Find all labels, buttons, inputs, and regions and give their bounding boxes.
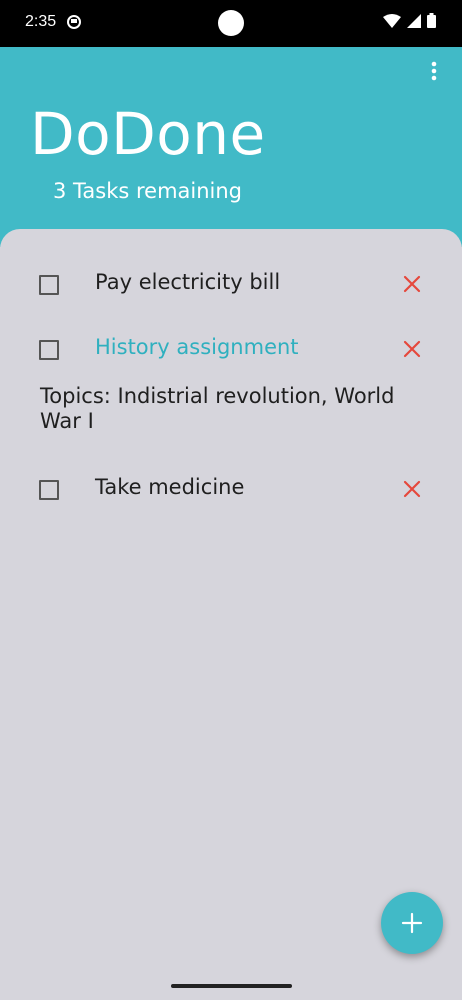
status-icons	[383, 13, 436, 28]
home-indicator[interactable]	[171, 984, 292, 988]
tasks-remaining: 3 Tasks remaining	[53, 179, 243, 203]
signal-icon	[407, 13, 421, 28]
camera-cutout	[218, 10, 244, 36]
task-label: History assignment	[95, 335, 299, 359]
status-time: 2:35	[25, 13, 57, 30]
add-task-button[interactable]	[381, 892, 443, 954]
close-icon[interactable]	[401, 478, 423, 500]
status-bar: 2:35	[0, 0, 462, 47]
wifi-icon	[383, 13, 401, 28]
task-item[interactable]: Take medicine	[0, 464, 462, 514]
task-checkbox[interactable]	[39, 340, 59, 360]
app-title: DoDone	[30, 100, 266, 168]
close-icon[interactable]	[401, 338, 423, 360]
plus-icon	[401, 912, 423, 934]
task-item[interactable]: History assignment	[0, 324, 462, 374]
task-label: Pay electricity bill	[95, 270, 281, 294]
more-vert-icon[interactable]	[422, 59, 446, 83]
battery-icon	[427, 13, 436, 28]
notification-icon	[67, 15, 81, 29]
task-checkbox[interactable]	[39, 480, 59, 500]
task-label: Take medicine	[95, 475, 245, 499]
app-header: DoDone 3 Tasks remaining	[0, 47, 462, 247]
close-icon[interactable]	[401, 273, 423, 295]
task-note: Topics: Indistrial revolution, World War…	[40, 384, 395, 433]
task-item[interactable]: Pay electricity bill	[0, 259, 462, 309]
task-checkbox[interactable]	[39, 275, 59, 295]
